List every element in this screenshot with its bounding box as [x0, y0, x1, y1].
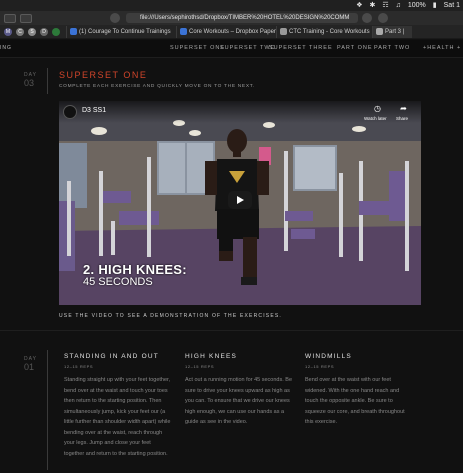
- page-icon: [280, 27, 287, 35]
- superset-title: SUPERSET ONE: [59, 70, 148, 80]
- wifi-icon[interactable]: ☶: [382, 0, 388, 11]
- exercise-reps: 12–15 REPS: [64, 364, 94, 369]
- tab-ctc-training[interactable]: CTC Training - Core Workouts: [276, 25, 372, 38]
- video-title[interactable]: D3 SS1: [82, 107, 106, 114]
- exercise-reps: 12–15 REPS: [185, 364, 215, 369]
- superset-subtitle: COMPLETE EACH EXERCISE AND QUICKLY MOVE …: [59, 84, 255, 89]
- clock[interactable]: Sat 1: [444, 2, 460, 9]
- bluetooth-icon[interactable]: ✱: [369, 0, 375, 11]
- sidebar-button[interactable]: [20, 13, 32, 23]
- cloud-icon[interactable]: [362, 13, 372, 23]
- video-note: USE THE VIDEO TO SEE A DEMONSTRATION OF …: [59, 313, 282, 319]
- bookmark-favicon-1[interactable]: M: [4, 27, 12, 36]
- share-label[interactable]: Share: [396, 116, 408, 121]
- bookmark-favicon-5[interactable]: [52, 27, 60, 36]
- play-button[interactable]: [228, 191, 252, 209]
- battery-icon[interactable]: ▮: [433, 0, 437, 11]
- bookmark-favicon-4[interactable]: D: [40, 27, 48, 36]
- tab-bar: M C S D (1) Courage To Continue Training…: [0, 25, 463, 39]
- video-overlay-title: 2. HIGH KNEES:: [83, 262, 187, 277]
- tab-label: CTC Training - Core Workouts: [289, 28, 370, 35]
- nav-part-two[interactable]: PART TWO: [374, 45, 410, 51]
- divider: [47, 68, 48, 94]
- screen: ❖ ✱ ☶ ♫ 100% ▮ Sat 1 file:///Users/sephi…: [0, 0, 463, 473]
- nav-superset-three[interactable]: SUPERSET THREE: [269, 45, 333, 51]
- bookmark-favicon-3[interactable]: S: [28, 27, 36, 36]
- nav-part-one[interactable]: PART ONE: [337, 45, 373, 51]
- browser-toolbar: file:///Users/sephirothsd/Dropbox/TIMBER…: [0, 11, 463, 25]
- nav-superset-one[interactable]: SUPERSET ONE: [170, 45, 225, 51]
- back-button[interactable]: [4, 13, 16, 23]
- exercise-title: WINDMILLS: [305, 353, 352, 360]
- site-nav: ING SUPERSET ONE SUPERSET TWO SUPERSET T…: [0, 40, 463, 58]
- tab-label: Core Workouts – Dropbox Paper: [189, 28, 276, 35]
- exercise-reps: 12–15 REPS: [305, 364, 335, 369]
- tab-part-3[interactable]: Part 3 |: [372, 25, 412, 38]
- dropbox-icon[interactable]: ❖: [356, 0, 362, 11]
- site-logo[interactable]: ING: [0, 45, 12, 51]
- tab-dropbox-paper[interactable]: Core Workouts – Dropbox Paper: [176, 25, 276, 38]
- battery-percent: 100%: [407, 2, 426, 9]
- day-number: 01: [24, 362, 35, 372]
- tab-label: (1) Courage To Continue Trainings: [79, 28, 171, 35]
- section-divider: [0, 330, 463, 331]
- nav-superset-two[interactable]: SUPERSET TWO: [220, 45, 276, 51]
- dropbox-icon: [180, 27, 187, 35]
- bookmark-favicon-2[interactable]: C: [16, 27, 24, 36]
- video-player[interactable]: D3 SS1 ◷ Watch later ➦ Share 2. HIGH KNE…: [59, 101, 421, 305]
- tab-label: Part 3 |: [385, 28, 405, 35]
- divider: [47, 350, 48, 470]
- menu-bar: ❖ ✱ ☶ ♫ 100% ▮ Sat 1: [0, 0, 463, 11]
- volume-icon[interactable]: ♫: [396, 0, 401, 11]
- clock-icon[interactable]: ◷: [372, 104, 383, 115]
- address-bar[interactable]: file:///Users/sephirothsd/Dropbox/TIMBER…: [126, 13, 358, 23]
- exercise-description: Standing straight up with your feet toge…: [64, 377, 171, 457]
- exercise-description: Bend over at the waist with our feet wid…: [305, 377, 405, 425]
- day-number: 03: [24, 78, 35, 88]
- nav-health[interactable]: +HEALTH +: [423, 45, 461, 51]
- video-overlay-subtitle: 45 SECONDS: [83, 276, 153, 288]
- tab-courage[interactable]: (1) Courage To Continue Trainings: [66, 25, 176, 38]
- exercise-description: Act out a running motion for 45 seconds.…: [185, 377, 293, 425]
- reload-icon[interactable]: [110, 13, 120, 23]
- facebook-icon: [70, 27, 77, 35]
- share-icon[interactable]: ➦: [398, 104, 409, 115]
- exercise-title: HIGH KNEES: [185, 353, 238, 360]
- exercise-title: STANDING IN AND OUT: [64, 353, 159, 360]
- page-icon: [376, 27, 383, 35]
- channel-logo[interactable]: [63, 105, 77, 119]
- extension-icon[interactable]: [378, 13, 388, 23]
- watch-later-label[interactable]: Watch later: [364, 116, 387, 121]
